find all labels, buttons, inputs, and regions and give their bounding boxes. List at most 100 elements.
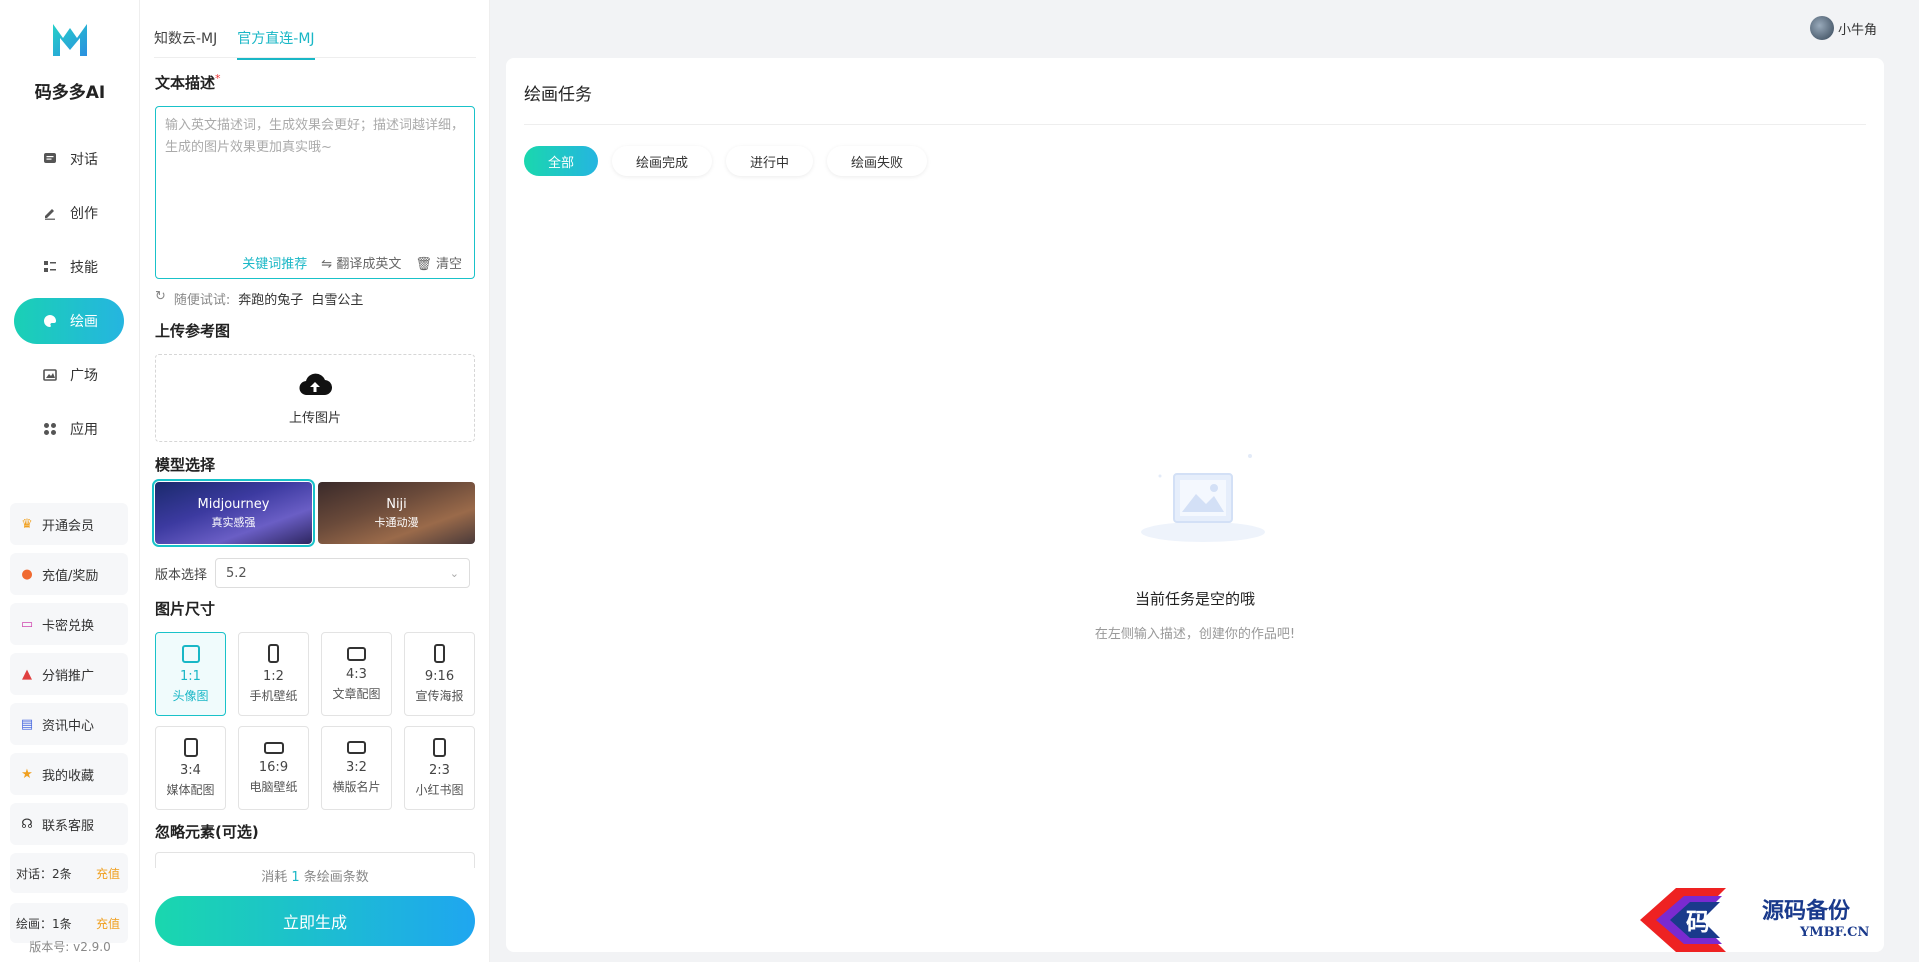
- nav-item-label: 绘画: [70, 314, 98, 330]
- nav-item-square[interactable]: 广场: [14, 352, 124, 398]
- ratio-label: 媒体配图: [166, 783, 215, 797]
- clear-button[interactable]: 🗑 清空: [415, 253, 462, 272]
- ratio-16-9[interactable]: 16:9 电脑壁纸: [238, 726, 309, 810]
- filter-running[interactable]: 进行中: [726, 146, 814, 176]
- ratio-value: 2:3: [429, 763, 450, 778]
- version-label: 版本号: v2.9.0: [29, 940, 111, 954]
- provider-tabs: 知数云-MJ 官方直连-MJ: [154, 28, 315, 60]
- user-menu[interactable]: 小牛角: [1810, 16, 1877, 40]
- ratio-shape-icon: [434, 644, 445, 663]
- ratio-2-3[interactable]: 2:3 小红书图: [404, 726, 475, 810]
- ratio-3-2[interactable]: 3:2 横版名片: [321, 726, 392, 810]
- ratio-1-1[interactable]: 1:1 头像图: [155, 632, 226, 716]
- version-select-label: 版本选择: [155, 567, 208, 583]
- filter-all[interactable]: 全部: [524, 146, 599, 176]
- image-icon: [42, 367, 58, 383]
- tab-official-mj[interactable]: 官方直连-MJ: [237, 28, 315, 60]
- nav-redeem[interactable]: ▭ 卡密兑换: [10, 603, 128, 645]
- nav-item-draw[interactable]: 绘画: [14, 298, 124, 344]
- nav-vip[interactable]: ♛ 开通会员: [10, 503, 128, 545]
- nav-distribution[interactable]: ▲ 分销推广: [10, 653, 128, 695]
- filter-failed[interactable]: 绘画失败: [827, 146, 928, 176]
- prompt-actions: 关键词推荐 ⇋ 翻译成英文 🗑 清空: [242, 253, 462, 272]
- cost-prefix: 消耗: [261, 870, 288, 885]
- nav-recharge[interactable]: ● 充值/奖励: [10, 553, 128, 595]
- translate-label: 翻译成英文: [336, 257, 402, 272]
- try-item[interactable]: 奔跑的兔子: [238, 289, 303, 308]
- ratio-shape-icon: [181, 644, 200, 663]
- tab-zhishuyun-mj[interactable]: 知数云-MJ: [154, 28, 217, 60]
- cost-suffix: 条绘画条数: [303, 870, 369, 885]
- nav-support[interactable]: ☊ 联系客服: [10, 803, 128, 845]
- model-name: Niji: [386, 496, 407, 512]
- prompt-heading: 文本描述*: [155, 72, 221, 93]
- model-desc: 卡通动漫: [374, 515, 419, 529]
- model-niji[interactable]: Niji 卡通动漫: [318, 482, 475, 544]
- cost-num: 1: [291, 870, 300, 885]
- quota-draw-topup[interactable]: 充值: [96, 915, 120, 932]
- gift-icon: ●: [21, 566, 33, 582]
- card-icon: ▭: [20, 616, 34, 632]
- palette-icon: [42, 313, 58, 329]
- chat-icon: [42, 151, 58, 167]
- filter-done[interactable]: 绘画完成: [612, 146, 713, 176]
- version-select[interactable]: 5.2 ⌄: [215, 558, 471, 588]
- prompt-input[interactable]: [156, 107, 474, 247]
- nav-item-create[interactable]: 创作: [14, 190, 124, 236]
- size-heading: 图片尺寸: [155, 600, 216, 618]
- brand-logo[interactable]: 码多多AI: [0, 18, 140, 103]
- nav-vip-label: 开通会员: [42, 518, 95, 534]
- nav-item-skills[interactable]: 技能: [14, 244, 124, 290]
- quota-chat-topup[interactable]: 充值: [96, 865, 120, 882]
- refresh-icon[interactable]: ↻: [155, 289, 166, 308]
- ratio-value: 1:2: [263, 669, 284, 684]
- upload-dropzone[interactable]: 上传图片: [155, 354, 475, 442]
- ratio-shape-icon: [433, 738, 446, 757]
- crown-icon: ♛: [21, 516, 33, 532]
- nav-item-chat[interactable]: 对话: [14, 136, 124, 182]
- user-name: 小牛角: [1838, 22, 1878, 38]
- task-card: 绘画任务 全部 绘画完成 进行中 绘画失败 当前任务是空的哦 在左侧输入描述，创…: [506, 58, 1884, 952]
- nav-bottom-menu: ♛ 开通会员 ● 充值/奖励 ▭ 卡密兑换 ▲ 分销推广 ▤ 资讯中心 ★ 我的收藏 ☊ 联系…: [10, 503, 128, 953]
- cloud-upload-icon: [299, 373, 332, 395]
- nav-favorites[interactable]: ★ 我的收藏: [10, 753, 128, 795]
- ratio-label: 文章配图: [332, 686, 381, 701]
- model-midjourney[interactable]: Midjourney 真实感强: [152, 479, 315, 547]
- main-nav: 码多多AI 对话 创作 技能 绘画 广场 应用 ♛ 开通会员 ● 充值/奖励 ▭…: [0, 0, 140, 962]
- ratio-shape-icon: [268, 644, 279, 663]
- model-desc: 真实感强: [211, 515, 256, 529]
- ratio-shape-icon: [347, 741, 366, 754]
- model-options: Midjourney 真实感强 Niji 卡通动漫: [152, 479, 475, 547]
- share-icon: ▲: [22, 666, 32, 682]
- quota-chat: 对话：2条 充值: [10, 853, 128, 893]
- generate-button[interactable]: 立即生成: [155, 896, 475, 946]
- task-filters: 全部 绘画完成 进行中 绘画失败: [524, 146, 928, 176]
- ratio-9-16[interactable]: 9:16 宣传海报: [404, 632, 475, 716]
- ratio-4-3[interactable]: 4:3 文章配图: [321, 632, 392, 716]
- ratio-label: 横版名片: [332, 780, 381, 794]
- ratio-3-4[interactable]: 3:4 媒体配图: [155, 726, 226, 810]
- pen-icon: [42, 205, 58, 221]
- ratio-value: 16:9: [258, 759, 289, 775]
- required-mark: *: [215, 72, 221, 85]
- nav-menu: 对话 创作 技能 绘画 广场 应用: [14, 136, 124, 460]
- news-icon: ▤: [20, 716, 34, 732]
- watermark-text: 源码备份: [1762, 898, 1851, 924]
- draw-config-panel: 知数云-MJ 官方直连-MJ 文本描述* 关键词推荐 ⇋ 翻译成英文 🗑 清空 …: [140, 0, 490, 962]
- version-row: 版本选择 5.2 ⌄: [155, 558, 471, 588]
- quota-draw: 绘画：1条 充值: [10, 903, 128, 943]
- nav-recharge-label: 充值/奖励: [42, 568, 99, 584]
- ratio-1-2[interactable]: 1:2 手机壁纸: [238, 632, 309, 716]
- translate-button[interactable]: ⇋ 翻译成英文: [321, 253, 401, 272]
- title-divider: [524, 124, 1866, 125]
- ratio-label: 手机壁纸: [249, 689, 298, 703]
- nav-news[interactable]: ▤ 资讯中心: [10, 703, 128, 745]
- prompt-heading-text: 文本描述: [155, 74, 216, 92]
- nav-item-apps[interactable]: 应用: [14, 406, 124, 452]
- version-select-value: 5.2: [226, 565, 247, 581]
- nav-item-label: 创作: [70, 206, 98, 222]
- keyword-recommend-button[interactable]: 关键词推荐: [242, 253, 307, 272]
- ratio-label: 头像图: [172, 688, 209, 703]
- chevron-down-icon: ⌄: [449, 566, 460, 580]
- try-item[interactable]: 白雪公主: [311, 289, 363, 308]
